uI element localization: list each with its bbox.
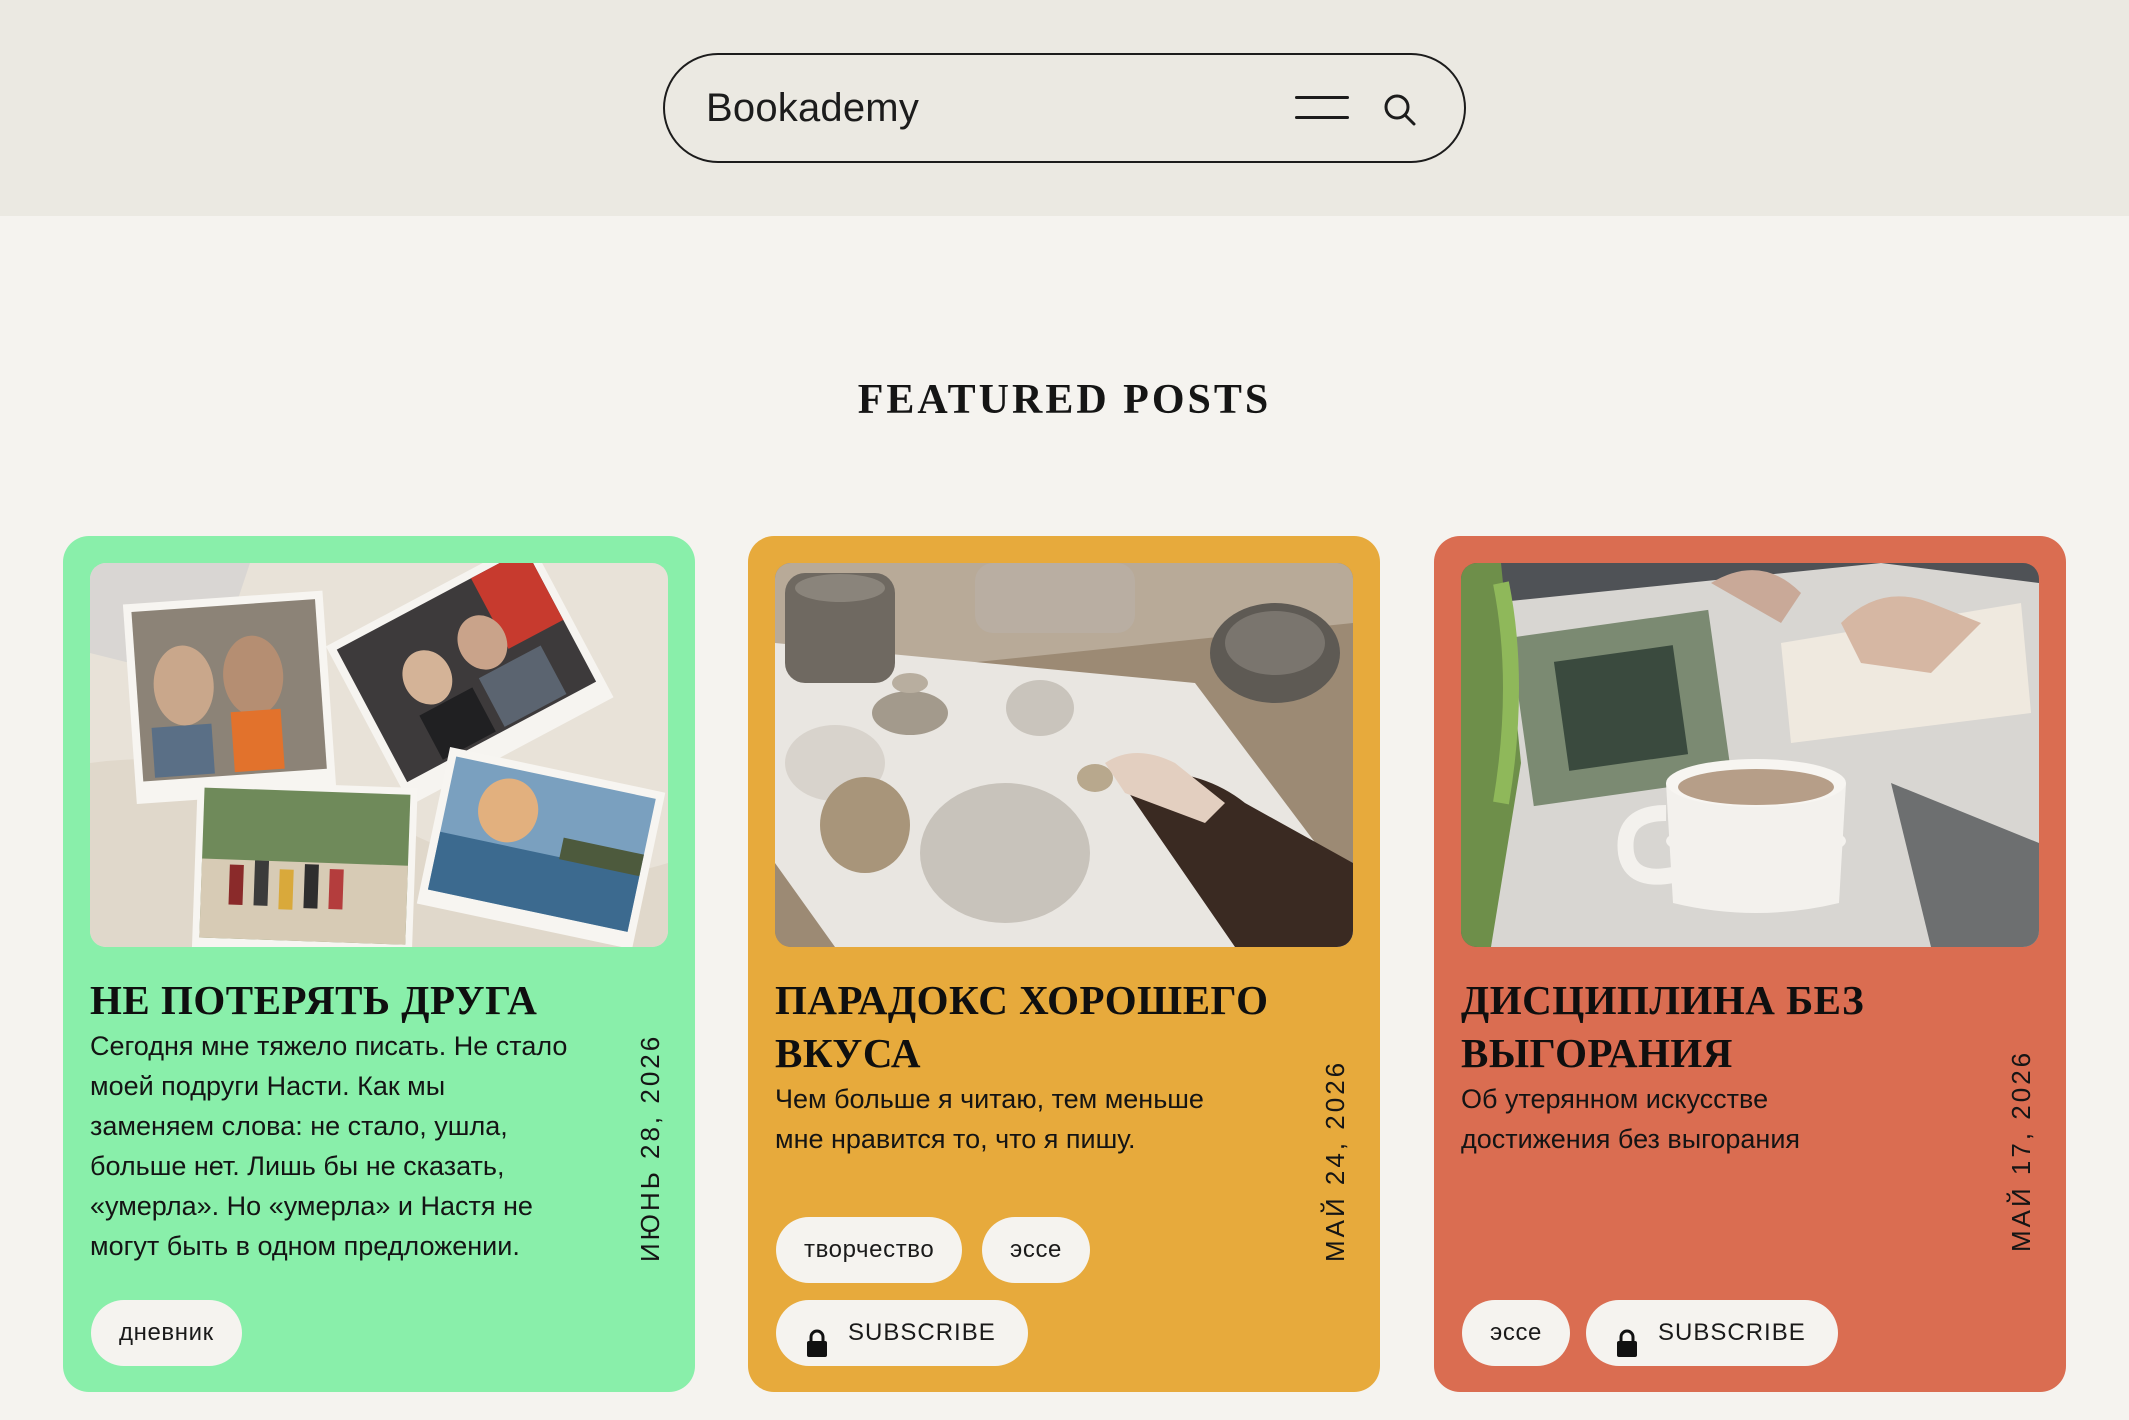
featured-posts-heading: FEATURED POSTS: [857, 377, 1272, 423]
post-title[interactable]: ДИСЦИПЛИНА БЕЗ ВЫГОРАНИЯ: [1461, 974, 1961, 1080]
post-title[interactable]: ПАРАДОКС ХОРОШЕГО ВКУСА: [775, 974, 1275, 1080]
post-card[interactable]: НЕ ПОТЕРЯТЬ ДРУГА Сегодня мне тяжело пис…: [63, 536, 695, 1392]
post-excerpt: Об утерянном искусстве достижения без вы…: [1461, 1084, 1801, 1154]
subscribe-label: SUBSCRIBE: [848, 1319, 996, 1346]
post-date: МАЙ 17, 2026: [2006, 1049, 2036, 1252]
subscribe-label: SUBSCRIBE: [1658, 1319, 1806, 1346]
tag-essay[interactable]: эссе: [1462, 1300, 1570, 1366]
post-card[interactable]: ПАРАДОКС ХОРОШЕГО ВКУСА Чем больше я чит…: [748, 536, 1380, 1392]
top-header: Bookademy: [0, 0, 2129, 216]
tag-diary[interactable]: дневник: [91, 1300, 242, 1366]
hamburger-menu-icon[interactable]: [1295, 92, 1351, 126]
post-image[interactable]: [90, 563, 668, 947]
lock-icon: [806, 1318, 828, 1357]
post-date: ИЮНЬ 28, 2026: [635, 1033, 665, 1262]
post-excerpt: Чем больше я читаю, тем меньше мне нрави…: [775, 1084, 1204, 1154]
subscribe-button[interactable]: SUBSCRIBE: [776, 1300, 1028, 1366]
subscribe-button[interactable]: SUBSCRIBE: [1586, 1300, 1838, 1366]
brand-logo[interactable]: Bookademy: [706, 84, 919, 132]
tag-creativity[interactable]: творчество: [776, 1217, 963, 1283]
post-title[interactable]: НЕ ПОТЕРЯТЬ ДРУГА: [90, 974, 590, 1027]
search-icon[interactable]: [1381, 91, 1421, 131]
post-excerpt: Сегодня мне тяжело писать. Не стало моей…: [90, 1031, 568, 1261]
nav-bar: Bookademy: [663, 53, 1466, 163]
post-date: МАЙ 24, 2026: [1320, 1059, 1350, 1262]
tag-essay[interactable]: эссе: [982, 1217, 1090, 1283]
post-image[interactable]: [775, 563, 1353, 947]
lock-icon: [1616, 1318, 1638, 1357]
post-card[interactable]: ДИСЦИПЛИНА БЕЗ ВЫГОРАНИЯ Об утерянном ис…: [1434, 536, 2066, 1392]
post-image[interactable]: [1461, 563, 2039, 947]
